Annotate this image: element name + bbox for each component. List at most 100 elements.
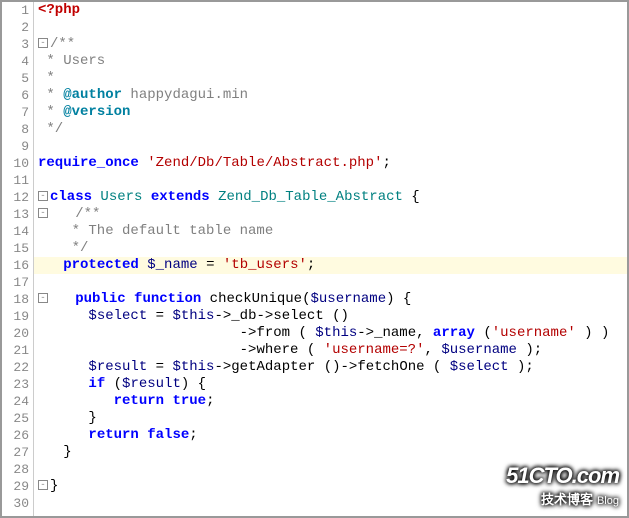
token-p [38,359,88,375]
code-line[interactable] [34,461,627,478]
code-line[interactable]: } [34,444,627,461]
code-line[interactable]: require_once 'Zend/Db/Table/Abstract.php… [34,155,627,172]
code-line[interactable] [34,495,627,512]
code-line[interactable]: - /** [34,206,627,223]
token-p: } [50,478,58,494]
code-line[interactable] [34,274,627,291]
code-line[interactable]: ->from ( $this->_name, array ('username'… [34,325,627,342]
code-line[interactable]: $select = $this->_db->select () [34,308,627,325]
code-line[interactable]: -} [34,478,627,495]
line-number: 16 [2,257,29,274]
line-number: 19 [2,308,29,325]
token-fn: fetchOne [357,359,424,375]
token-kw: public [75,291,125,307]
token-c: /** [50,36,75,52]
token-p: ) ) [576,325,610,341]
token-p: ; [382,155,390,171]
code-line[interactable]: <?php [34,2,627,19]
line-number: 3 [2,36,29,53]
code-line[interactable]: ->where ( 'username=?', $username ); [34,342,627,359]
token-p [38,427,88,443]
code-line[interactable]: */ [34,121,627,138]
code-line[interactable]: * [34,70,627,87]
token-p: () [324,308,349,324]
line-number: 27 [2,444,29,461]
line-number: 26 [2,427,29,444]
code-line[interactable]: */ [34,240,627,257]
line-number: 20 [2,325,29,342]
line-number: 4 [2,53,29,70]
token-kw: return [88,427,138,443]
code-line[interactable]: return false; [34,427,627,444]
code-line[interactable]: return true; [34,393,627,410]
token-c: * Users [38,53,105,69]
token-p: ()-> [315,359,357,375]
token-v: $username [441,342,517,358]
fold-toggle-icon[interactable]: - [38,208,48,218]
line-number: 17 [2,274,29,291]
line-number: 5 [2,70,29,87]
code-line[interactable]: } [34,410,627,427]
code-line[interactable]: - public function checkUnique($username)… [34,291,627,308]
token-p [142,189,150,205]
code-editor: 1234567891011121314151617181920212223242… [2,2,627,516]
token-id: Zend_Db_Table_Abstract [218,189,403,205]
fold-toggle-icon[interactable]: - [38,293,48,303]
token-p: ) { [181,376,206,392]
code-line[interactable]: -class Users extends Zend_Db_Table_Abstr… [34,189,627,206]
token-p [38,257,63,273]
line-number: 8 [2,121,29,138]
token-p: ( [290,325,315,341]
code-line[interactable]: -/** [34,36,627,53]
fold-toggle-icon[interactable]: - [38,480,48,490]
token-p [139,257,147,273]
code-line[interactable]: if ($result) { [34,376,627,393]
token-p: -> [214,359,231,375]
line-number: 21 [2,342,29,359]
token-p: } [38,410,97,426]
code-line[interactable] [34,138,627,155]
token-fn: _db [231,308,256,324]
token-kw: class [50,189,92,205]
line-number: 29 [2,478,29,495]
token-p [38,393,114,409]
token-c: /** [75,206,100,222]
fold-toggle-icon[interactable]: - [38,191,48,201]
token-s: 'tb_users' [223,257,307,273]
code-line[interactable] [34,172,627,189]
line-number: 23 [2,376,29,393]
token-tag: @version [63,104,130,120]
line-number: 30 [2,495,29,512]
line-number: 1 [2,2,29,19]
line-number: 28 [2,461,29,478]
token-kw: array [433,325,475,341]
fold-toggle-icon[interactable]: - [38,38,48,48]
line-number: 12 [2,189,29,206]
token-p: -> [357,325,374,341]
token-p: { [403,189,420,205]
token-fn: getAdapter [231,359,315,375]
code-line[interactable]: * @version [34,104,627,121]
token-p: ( [298,342,323,358]
code-line[interactable]: * The default table name [34,223,627,240]
token-kw: return [114,393,164,409]
token-fn: from [256,325,290,341]
token-p: ( [475,325,492,341]
token-v: $result [122,376,181,392]
token-p: ); [509,359,534,375]
code-line[interactable]: $result = $this->getAdapter ()->fetchOne… [34,359,627,376]
token-p: = [147,308,172,324]
token-kw: function [134,291,201,307]
token-c: happydagui.min [122,87,248,103]
token-c: */ [38,121,63,137]
code-line[interactable]: protected $_name = 'tb_users'; [34,257,627,274]
code-line[interactable] [34,19,627,36]
code-area[interactable]: <?php-/** * Users * * @author happydagui… [34,2,627,516]
token-p: , [425,342,442,358]
code-line[interactable]: * @author happydagui.min [34,87,627,104]
token-p [210,189,218,205]
token-id: Users [100,189,142,205]
code-line[interactable]: * Users [34,53,627,70]
token-p: ); [517,342,542,358]
token-p: ) { [386,291,411,307]
